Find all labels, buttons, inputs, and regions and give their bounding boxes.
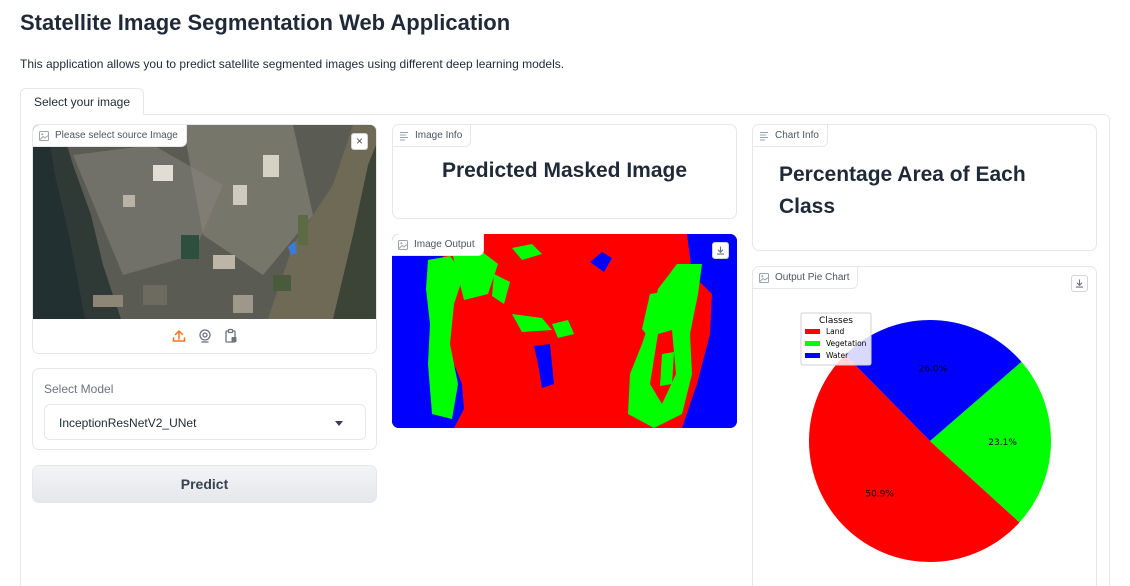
image-info-block: Image Info Predicted Masked Image xyxy=(392,124,737,219)
chart-info-label: Chart Info xyxy=(775,130,819,141)
image-output-label: Image Output xyxy=(414,239,475,250)
upload-icon[interactable] xyxy=(171,328,187,344)
pie-chart-label-tag: Output Pie Chart xyxy=(753,267,859,289)
source-image-block[interactable]: Please select source Image × xyxy=(32,124,377,354)
model-dropdown[interactable]: InceptionResNetV2_UNet xyxy=(44,404,366,440)
text-icon xyxy=(399,131,409,141)
page-title: Statellite Image Segmentation Web Applic… xyxy=(20,10,511,35)
tab-select-image[interactable]: Select your image xyxy=(20,88,144,115)
image-icon xyxy=(39,130,49,141)
source-tools-bar xyxy=(33,319,376,353)
model-select-label: Select Model xyxy=(44,382,114,396)
image-info-label-tag: Image Info xyxy=(393,125,472,147)
page-description: This application allows you to predict s… xyxy=(20,57,565,71)
download-icon xyxy=(716,246,725,255)
model-select-block: Select Model InceptionResNetV2_UNet xyxy=(32,368,377,450)
chart-info-label-tag: Chart Info xyxy=(753,125,828,147)
image-info-label: Image Info xyxy=(415,130,463,141)
pie-chart-label: Output Pie Chart xyxy=(775,272,850,283)
chevron-down-icon xyxy=(335,421,343,426)
legend-item-land: Land xyxy=(826,327,845,336)
clipboard-icon[interactable] xyxy=(223,328,239,344)
image-info-heading: Predicted Masked Image xyxy=(441,159,688,182)
pie-label-vegetation: 23.1% xyxy=(988,438,1017,448)
download-icon xyxy=(1075,279,1084,288)
download-chart-button[interactable] xyxy=(1071,275,1088,292)
legend-swatch-land xyxy=(805,329,820,334)
pie-label-land: 50.9% xyxy=(865,489,894,499)
chart-info-heading: Percentage Area of Each Class xyxy=(779,163,1026,218)
legend-swatch-vegetation xyxy=(805,341,820,346)
satellite-source-image xyxy=(33,125,376,319)
image-output-block: Image Output xyxy=(392,234,737,428)
legend-item-vegetation: Vegetation xyxy=(826,339,867,348)
clear-image-button[interactable]: × xyxy=(351,133,368,150)
image-icon xyxy=(398,239,408,250)
pie-chart: 50.9% 23.1% 26.0% ClassesLand Vegetation Wat… xyxy=(800,312,1051,563)
predicted-mask-image xyxy=(392,234,737,428)
chart-info-block: Chart Info Percentage Area of Each Class xyxy=(752,124,1097,251)
image-output-label-tag: Image Output xyxy=(392,234,484,256)
predict-button[interactable]: Predict xyxy=(32,465,377,503)
text-icon xyxy=(759,131,769,141)
image-icon xyxy=(759,272,769,283)
pie-chart-block: Output Pie Chart 50.9% 23.1% 26.0% Classes… xyxy=(752,266,1097,586)
legend-swatch-water xyxy=(805,353,820,358)
pie-label-water: 26.0% xyxy=(919,364,948,374)
download-image-button[interactable] xyxy=(712,242,729,259)
model-dropdown-value: InceptionResNetV2_UNet xyxy=(59,416,197,430)
legend-item-water: Water xyxy=(826,351,849,360)
source-image-label-tag: Please select source Image xyxy=(33,125,187,147)
source-image-label: Please select source Image xyxy=(55,130,178,141)
webcam-icon[interactable] xyxy=(197,328,213,344)
legend-title: Classes xyxy=(819,316,853,326)
